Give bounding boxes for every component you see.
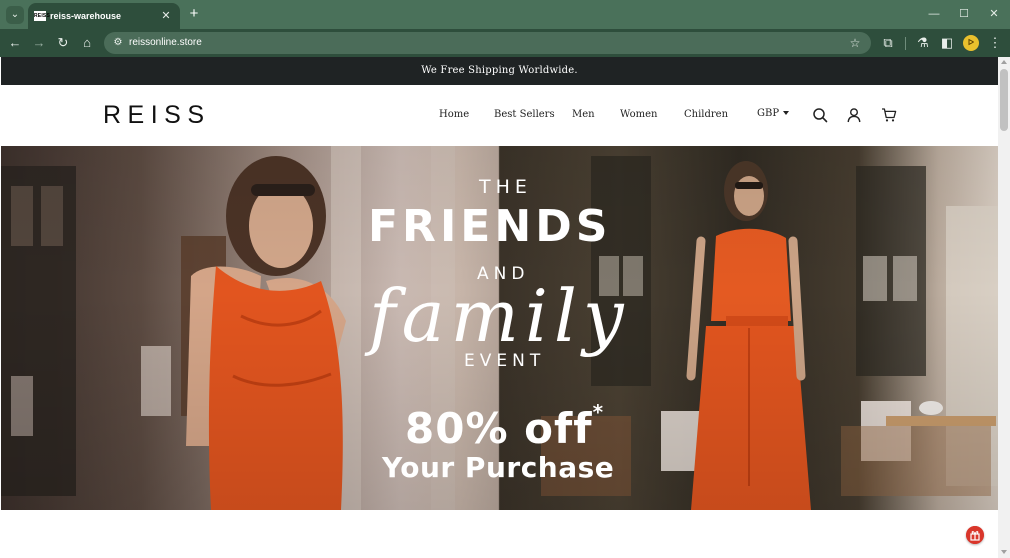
- scroll-down-arrow-icon[interactable]: [1001, 550, 1007, 554]
- extensions-puzzle-icon[interactable]: ⧉: [879, 34, 897, 52]
- tab-strip: ⌄ REISS reiss-warehouse ✕ + — ☐ ✕: [0, 0, 1010, 29]
- hero-line-friends: FRIENDS: [368, 201, 612, 252]
- announcement-bar: We Free Shipping Worldwide.: [1, 57, 998, 85]
- profile-avatar-icon[interactable]: ᐅ: [963, 35, 979, 51]
- minimize-button[interactable]: —: [925, 6, 943, 22]
- home-button[interactable]: ⌂: [78, 34, 96, 52]
- new-tab-button[interactable]: +: [186, 6, 202, 22]
- side-panel-icon[interactable]: ◧: [938, 34, 956, 52]
- site-header: REISS Home Best Sellers Men Women Childr…: [1, 85, 998, 146]
- nav-men[interactable]: Men: [572, 108, 595, 122]
- nav-women[interactable]: Women: [620, 108, 657, 122]
- url-text[interactable]: reissonline.store: [129, 36, 202, 50]
- tab-close-icon[interactable]: ✕: [160, 9, 172, 23]
- browser-menu-kebab-icon[interactable]: ⋮: [986, 34, 1004, 52]
- scroll-up-arrow-icon[interactable]: [1001, 60, 1007, 64]
- nav-home[interactable]: Home: [439, 108, 469, 122]
- currency-selector[interactable]: GBP: [757, 107, 790, 121]
- back-button[interactable]: ←: [6, 34, 24, 52]
- toolbar-divider: [905, 37, 906, 50]
- maximize-button[interactable]: ☐: [955, 6, 973, 22]
- hero-banner[interactable]: THE FRIENDS AND family EVENT 80% off* Yo…: [1, 146, 998, 510]
- currency-label: GBP: [757, 108, 780, 119]
- bookmark-star-icon[interactable]: ☆: [847, 35, 863, 51]
- cart-icon[interactable]: [881, 107, 897, 123]
- hero-line-the: THE: [479, 176, 532, 198]
- forward-button[interactable]: →: [30, 34, 48, 52]
- tab-reiss-warehouse[interactable]: REISS reiss-warehouse ✕: [28, 3, 180, 29]
- nav-best-sellers[interactable]: Best Sellers: [494, 108, 555, 122]
- browser-toolbar: ← → ↻ ⌂ ⚙ reissonline.store ☆ ⧉ ⚗ ◧ ᐅ ⋮: [0, 29, 1010, 57]
- hero-line-event: EVENT: [464, 351, 546, 371]
- user-icon[interactable]: [846, 107, 862, 123]
- page-viewport: We Free Shipping Worldwide. REISS Home B…: [1, 57, 998, 558]
- address-bar[interactable]: ⚙ reissonline.store ☆: [104, 32, 871, 54]
- caret-down-icon: [783, 110, 790, 115]
- reiss-favicon-icon: REISS: [34, 11, 51, 21]
- browser-window: ⌄ REISS reiss-warehouse ✕ + — ☐ ✕ ← → ↻ …: [0, 0, 1010, 558]
- hero-offer-value: 80% off: [405, 404, 593, 453]
- tab-title: reiss-warehouse: [50, 11, 122, 21]
- hero-line-family: family: [369, 274, 630, 358]
- reiss-logo[interactable]: REISS: [103, 100, 211, 130]
- hero-offer-asterisk: *: [592, 400, 605, 424]
- page-scrollbar[interactable]: [998, 57, 1010, 558]
- hero-offer-subtitle: Your Purchase: [382, 451, 615, 484]
- search-icon[interactable]: [812, 107, 828, 123]
- reload-button[interactable]: ↻: [54, 34, 72, 52]
- close-window-button[interactable]: ✕: [985, 6, 1003, 22]
- nav-children[interactable]: Children: [684, 108, 728, 122]
- scroll-thumb[interactable]: [1000, 69, 1008, 131]
- site-settings-icon[interactable]: ⚙: [110, 35, 126, 51]
- hero-offer: 80% off*: [405, 400, 604, 453]
- labs-flask-icon[interactable]: ⚗: [914, 34, 932, 52]
- tab-search-button[interactable]: ⌄: [6, 6, 24, 24]
- gift-icon[interactable]: [966, 526, 984, 544]
